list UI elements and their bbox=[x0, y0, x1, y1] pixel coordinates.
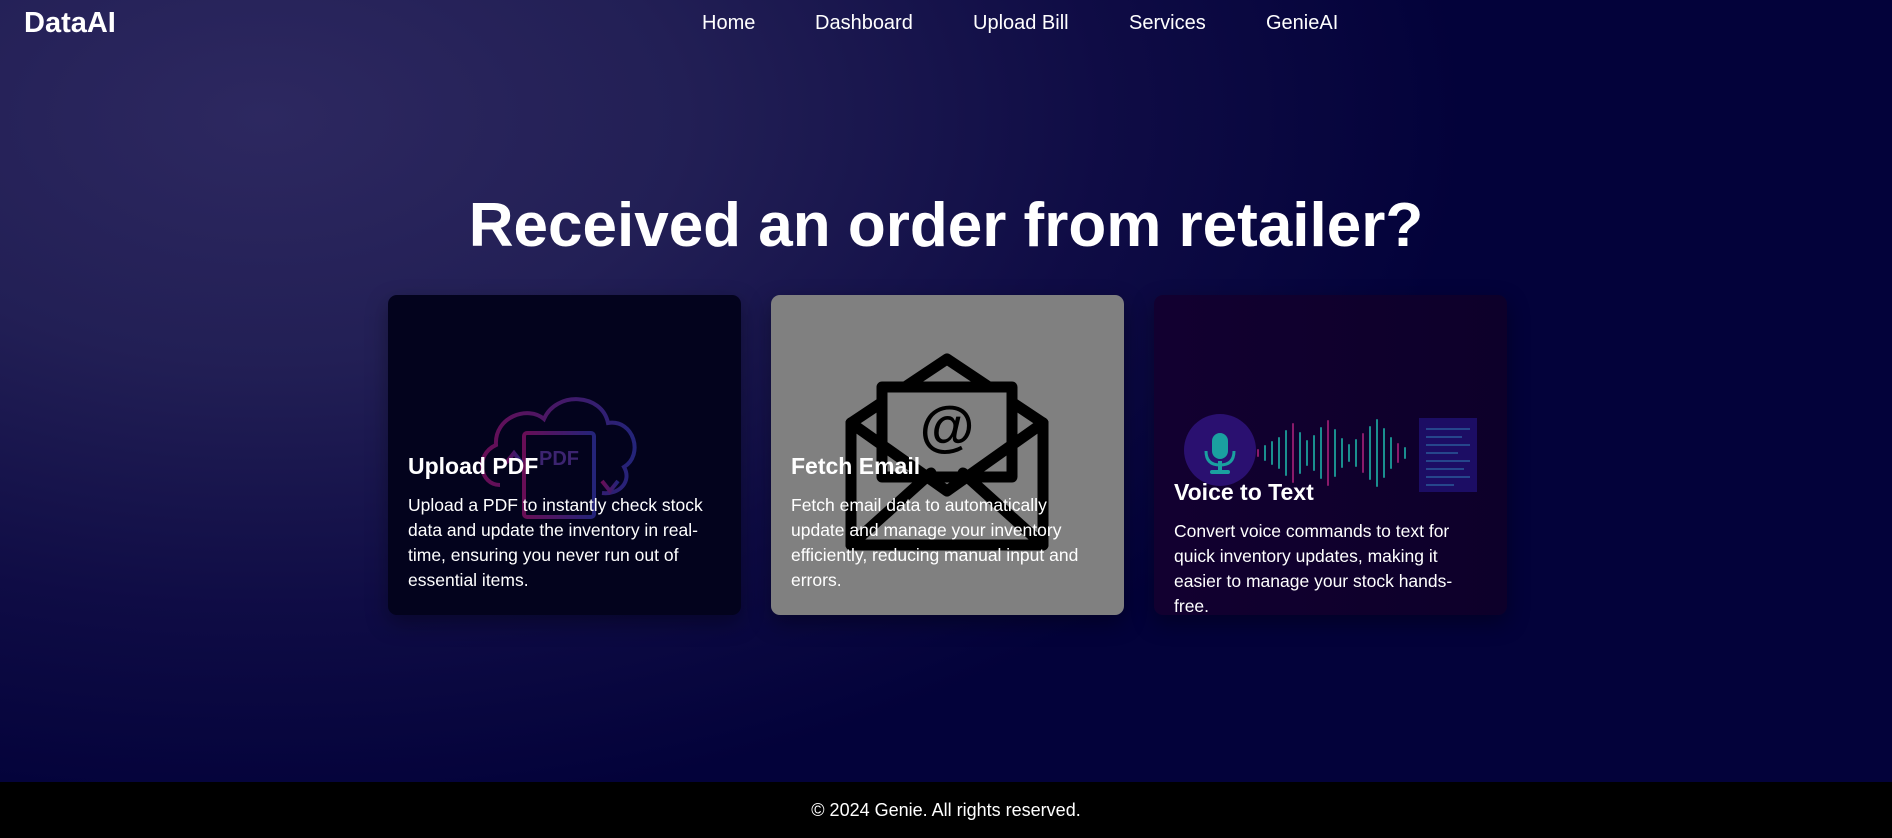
upload-pdf-card[interactable]: PDF Upload PDF Upload a PDF to instantly… bbox=[388, 295, 741, 615]
hero-headline: Received an order from retailer? bbox=[468, 191, 1424, 260]
card-title: Upload PDF bbox=[408, 453, 539, 479]
nav-links: Home Dashboard Upload Bill Services Geni… bbox=[0, 11, 1892, 37]
top-navbar: DataAI Home Dashboard Upload Bill Servic… bbox=[0, 0, 1892, 46]
voice-to-text-card[interactable]: Voice to Text Convert voice commands to … bbox=[1154, 295, 1507, 615]
nav-link-upload-bill[interactable]: Upload Bill bbox=[973, 11, 1069, 35]
nav-link-dashboard[interactable]: Dashboard bbox=[815, 11, 913, 35]
card-description: Convert voice commands to text for quick… bbox=[1174, 521, 1453, 615]
footer: © 2024 Genie. All rights reserved. bbox=[0, 782, 1892, 838]
card-title: Fetch Email bbox=[791, 453, 921, 479]
nav-link-home[interactable]: Home bbox=[702, 11, 755, 35]
fetch-email-card[interactable]: @ Fetch Email Fetch email data to automa… bbox=[771, 295, 1124, 615]
at-symbol: @ bbox=[920, 394, 975, 457]
footer-copyright: © 2024 Genie. All rights reserved. bbox=[811, 800, 1081, 820]
card-description: Fetch email data to automatically update… bbox=[791, 495, 1079, 590]
card-title: Voice to Text bbox=[1174, 479, 1314, 505]
card-description: Upload a PDF to instantly check stock da… bbox=[408, 495, 703, 590]
nav-link-genieai[interactable]: GenieAI bbox=[1266, 11, 1338, 35]
nav-link-services[interactable]: Services bbox=[1129, 11, 1206, 35]
